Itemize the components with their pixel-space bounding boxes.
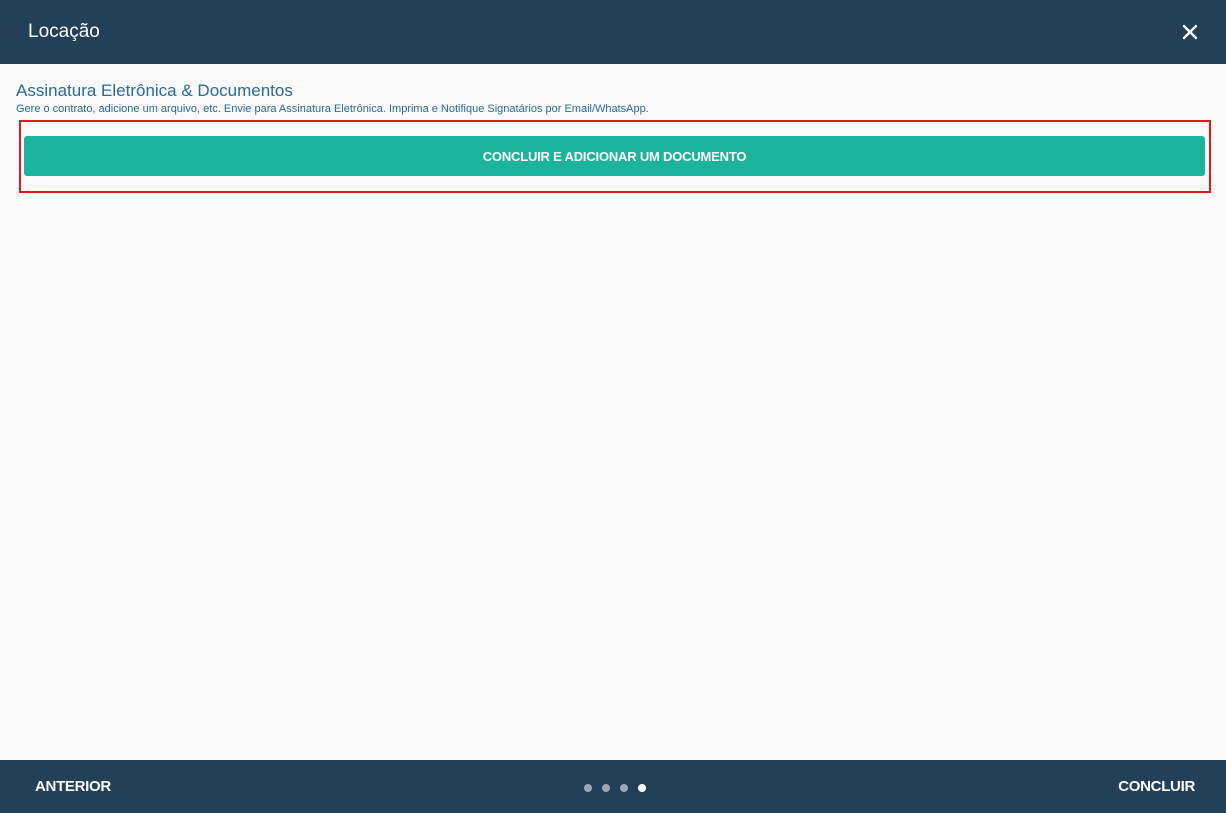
modal-title: Locação [28,21,100,42]
step-dot-2[interactable] [602,784,610,792]
modal-footer: ANTERIOR CONCLUIR [0,760,1226,813]
location-modal: Locação Assinatura Eletrônica & Document… [0,0,1226,813]
modal-content: Assinatura Eletrônica & Documentos Gere … [0,64,1226,760]
step-dot-1[interactable] [584,784,592,792]
previous-button[interactable]: ANTERIOR [35,760,111,813]
finish-button[interactable]: CONCLUIR [1118,760,1195,813]
close-button[interactable] [1178,20,1202,44]
section-title: Assinatura Eletrônica & Documentos [16,81,293,100]
step-dot-3[interactable] [620,784,628,792]
add-document-button[interactable]: CONCLUIR E ADICIONAR UM DOCUMENTO [24,136,1205,176]
modal-header: Locação [0,0,1226,64]
step-dot-4[interactable] [638,784,646,792]
close-icon [1182,24,1198,40]
step-indicator [584,784,646,792]
section-subtitle: Gere o contrato, adicione um arquivo, et… [16,103,649,115]
